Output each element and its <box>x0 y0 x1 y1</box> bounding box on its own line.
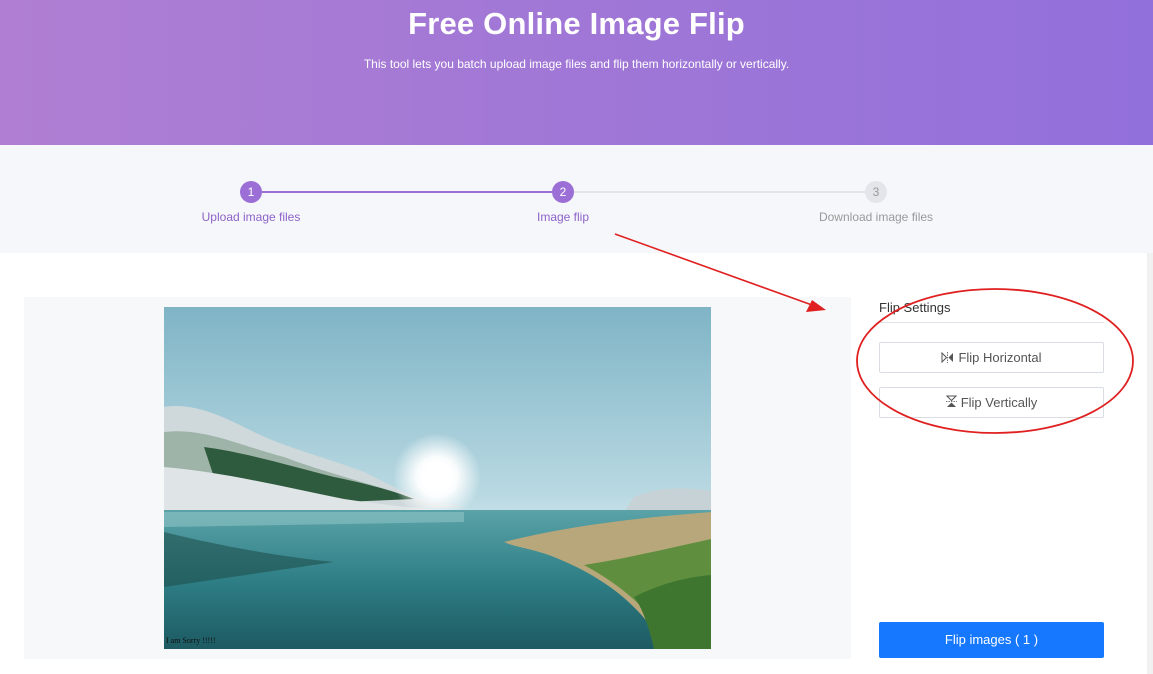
watermark-text: I am Sorry !!!!! <box>166 636 216 645</box>
flip-vertical-icon <box>945 389 957 418</box>
step-connector-done <box>262 191 552 193</box>
landscape-illustration <box>164 307 711 649</box>
flip-vertical-label: Flip Vertically <box>960 395 1038 410</box>
scrollbar-track[interactable] <box>1147 253 1153 674</box>
step-2-dot: 2 <box>552 181 574 203</box>
page-title: Free Online Image Flip <box>408 6 745 41</box>
step-connector-pending <box>574 191 865 193</box>
step-2-label: Image flip <box>536 210 590 224</box>
page-subtitle: This tool lets you batch upload image fi… <box>363 57 790 71</box>
settings-divider <box>879 322 1104 323</box>
step-3-dot: 3 <box>865 181 887 203</box>
flip-vertical-button[interactable]: Flip Vertically <box>879 387 1104 418</box>
step-3-label: Download image files <box>818 210 934 224</box>
flip-horizontal-icon <box>941 344 954 373</box>
flip-images-button[interactable]: Flip images ( 1 ) <box>879 622 1104 658</box>
hero-header: Free Online Image Flip This tool lets yo… <box>0 0 1153 145</box>
flip-horizontal-label: Flip Horizontal <box>958 350 1042 365</box>
flip-horizontal-button[interactable]: Flip Horizontal <box>879 342 1104 373</box>
preview-image: I am Sorry !!!!! <box>164 307 711 649</box>
step-1-dot: 1 <box>240 181 262 203</box>
progress-steps: 1 2 3 Upload image files Image flip Down… <box>0 145 1153 253</box>
flip-settings-title: Flip Settings <box>879 300 951 315</box>
step-1-label: Upload image files <box>201 210 301 224</box>
